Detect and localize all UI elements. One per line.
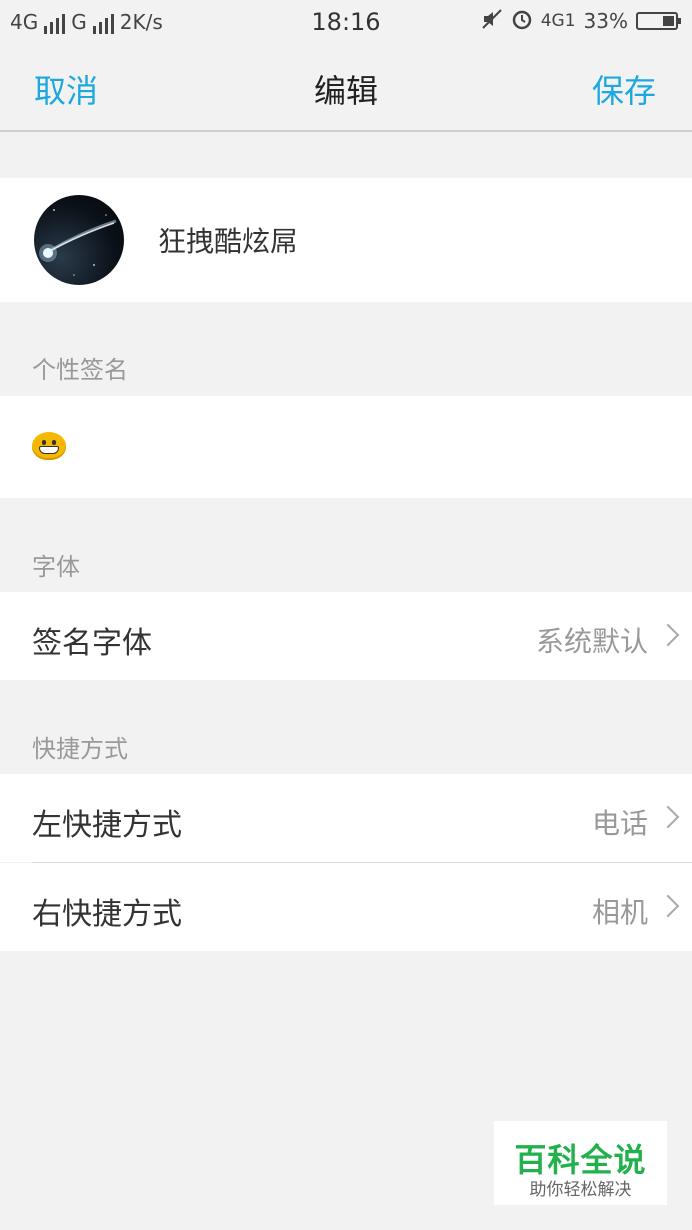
- left-shortcut-row[interactable]: 左快捷方式 电话: [0, 774, 692, 862]
- section-label-signature: 个性签名: [32, 356, 128, 384]
- screen: 4G G 2K/s 18:16 4G1 33% 取消 编辑 保存 狂拽酷炫屌 个…: [0, 0, 692, 1230]
- mute-icon: [481, 8, 503, 33]
- section-label-shortcut: 快捷方式: [32, 735, 128, 763]
- right-shortcut-title: 右快捷方式: [32, 897, 182, 932]
- left-shortcut-title: 左快捷方式: [32, 808, 182, 843]
- signature-font-value: 系统默认: [535, 625, 648, 658]
- watermark-sub: 助你轻松解决: [529, 1180, 632, 1200]
- save-button[interactable]: 保存: [592, 66, 656, 112]
- profile-name[interactable]: 狂拽酷炫屌: [158, 220, 298, 260]
- avatar[interactable]: [34, 195, 124, 285]
- chevron-right-icon: [656, 894, 680, 918]
- battery-icon: [636, 11, 681, 30]
- signature-field[interactable]: [0, 396, 692, 498]
- chevron-right-icon: [656, 805, 680, 829]
- status-right: 4G1 33%: [481, 8, 681, 33]
- signature-font-row[interactable]: 签名字体 系统默认: [0, 592, 692, 680]
- chevron-right-icon: [656, 623, 680, 647]
- alarm-icon: [511, 8, 533, 33]
- right-shortcut-row[interactable]: 右快捷方式 相机: [0, 863, 692, 951]
- battery-percent: 33%: [583, 8, 628, 33]
- watermark-logo: 百科全说 助你轻松解决: [494, 1121, 667, 1205]
- page-title: 编辑: [313, 72, 378, 110]
- grin-emoji-icon: [32, 432, 66, 460]
- left-shortcut-value: 电话: [591, 807, 648, 840]
- nav-bar: 取消 编辑 保存: [0, 44, 692, 132]
- section-label-font: 字体: [32, 553, 80, 581]
- signature-font-title: 签名字体: [32, 626, 152, 661]
- network-type-3: 4G1: [540, 10, 576, 31]
- profile-row[interactable]: 狂拽酷炫屌: [0, 178, 692, 302]
- status-bar: 4G G 2K/s 18:16 4G1 33%: [0, 0, 692, 44]
- right-shortcut-value: 相机: [591, 896, 648, 929]
